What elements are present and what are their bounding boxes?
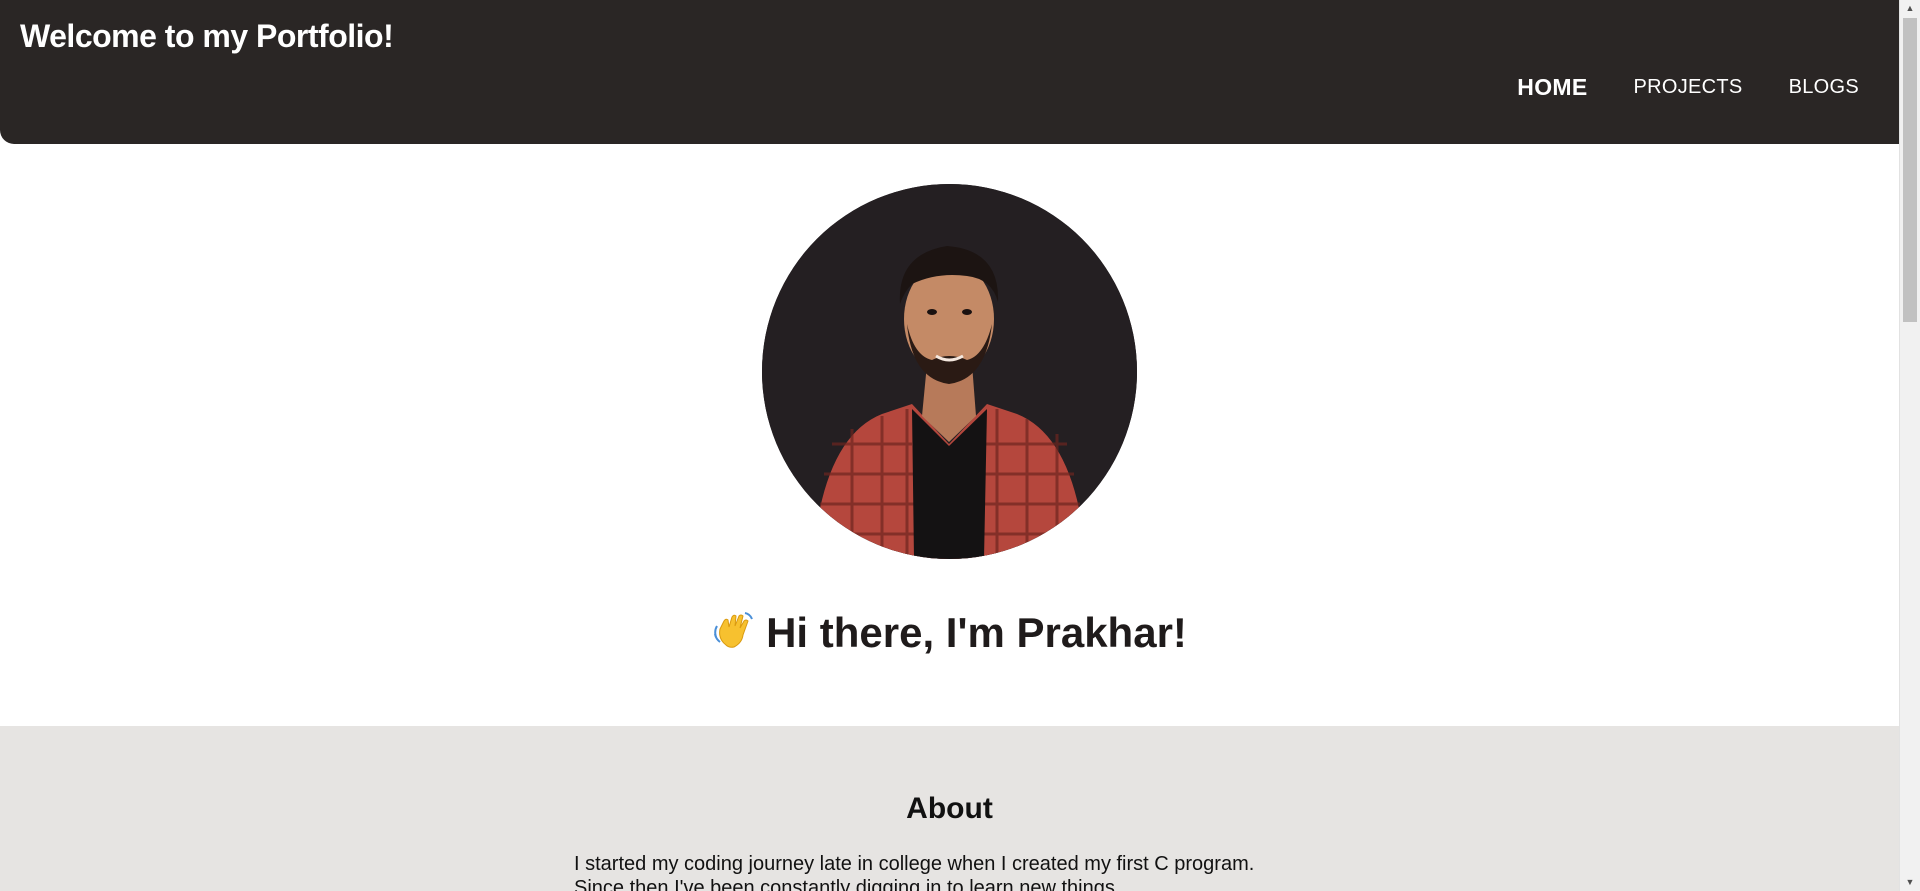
- hero-section: Hi there, I'm Prakhar!: [0, 144, 1899, 726]
- nav-home[interactable]: HOME: [1517, 74, 1587, 101]
- page: Welcome to my Portfolio! HOME PROJECTS B…: [0, 0, 1920, 891]
- scroll-down-arrow-icon[interactable]: ▼: [1900, 874, 1920, 891]
- person-portrait-icon: [762, 184, 1137, 559]
- vertical-scrollbar[interactable]: ▲ ▼: [1899, 0, 1920, 891]
- site-header: Welcome to my Portfolio! HOME PROJECTS B…: [0, 0, 1899, 144]
- scroll-thumb[interactable]: [1903, 18, 1917, 322]
- about-section: About I started my coding journey late i…: [0, 726, 1899, 891]
- scroll-up-arrow-icon[interactable]: ▲: [1900, 0, 1920, 17]
- site-title: Welcome to my Portfolio!: [20, 18, 394, 54]
- main-nav: HOME PROJECTS BLOGS: [1517, 74, 1859, 101]
- greeting-text: Hi there, I'm Prakhar!: [766, 609, 1187, 656]
- waving-hand-icon: [712, 609, 756, 653]
- greeting-heading: Hi there, I'm Prakhar!: [0, 609, 1899, 657]
- nav-projects[interactable]: PROJECTS: [1633, 76, 1742, 101]
- page-content: Welcome to my Portfolio! HOME PROJECTS B…: [0, 0, 1899, 891]
- nav-blogs[interactable]: BLOGS: [1789, 76, 1859, 101]
- profile-photo: [762, 184, 1137, 559]
- about-title: About: [906, 792, 993, 825]
- about-text: I started my coding journey late in coll…: [574, 853, 1255, 891]
